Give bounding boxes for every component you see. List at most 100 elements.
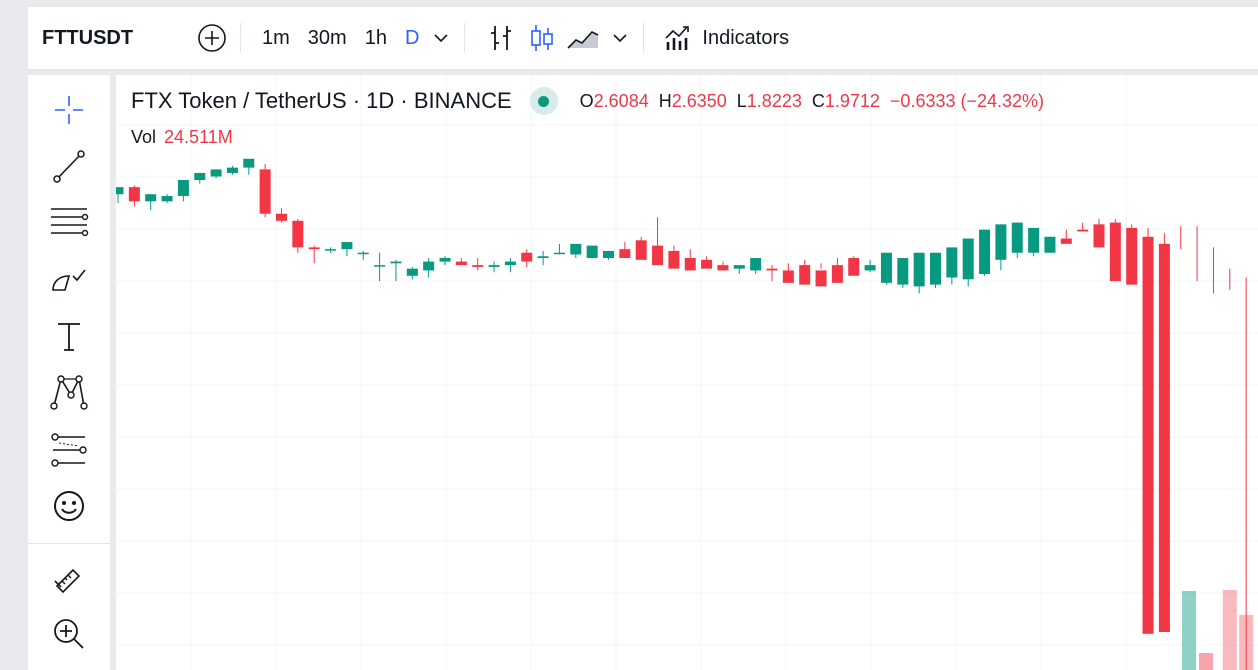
candle-body[interactable] <box>619 249 631 259</box>
candle-body[interactable] <box>913 252 925 287</box>
candle-body[interactable] <box>701 259 713 269</box>
candle-body[interactable] <box>226 167 238 173</box>
candle-body[interactable] <box>864 265 876 271</box>
candle-body[interactable] <box>1060 238 1072 244</box>
candle-body[interactable] <box>341 242 353 250</box>
candle-body[interactable] <box>390 261 402 264</box>
candle-body[interactable] <box>1142 236 1154 634</box>
candle-body[interactable] <box>750 258 762 271</box>
market-status-icon[interactable] <box>529 87 558 115</box>
divider <box>240 23 241 53</box>
forecast-icon[interactable] <box>48 429 90 471</box>
candle-body[interactable] <box>668 250 680 269</box>
pattern-icon[interactable] <box>48 371 90 413</box>
crosshair-icon[interactable] <box>48 89 90 131</box>
divider <box>28 543 110 544</box>
ruler-icon[interactable] <box>48 557 90 599</box>
open-value: 2.6084 <box>593 90 649 111</box>
candle-body[interactable] <box>521 252 533 262</box>
compare-symbol-icon[interactable] <box>196 22 228 54</box>
candle-body[interactable] <box>766 268 778 271</box>
candle-body[interactable] <box>325 249 337 251</box>
candle-body[interactable] <box>161 195 173 202</box>
candle-body[interactable] <box>1093 224 1105 248</box>
candle-body[interactable] <box>586 245 598 259</box>
candle-body[interactable] <box>930 252 941 285</box>
candle-body[interactable] <box>880 252 892 283</box>
candle-body[interactable] <box>652 245 664 266</box>
candle-body[interactable] <box>684 258 696 271</box>
indicators-button[interactable]: Indicators <box>702 27 789 50</box>
candle-body[interactable] <box>603 250 614 259</box>
candle-body[interactable] <box>946 247 958 278</box>
candle-body[interactable] <box>308 247 320 250</box>
candle-body[interactable] <box>374 265 386 267</box>
candle-body[interactable] <box>276 213 287 221</box>
interval-1h-button[interactable]: 1h <box>365 27 387 50</box>
trend-line-icon[interactable] <box>48 145 90 187</box>
candle-body[interactable] <box>177 180 189 196</box>
candle-body[interactable] <box>995 224 1007 260</box>
bar-chart-icon[interactable] <box>485 21 519 55</box>
symbol-search-button[interactable]: FTTUSDT <box>42 27 192 50</box>
candle-body[interactable] <box>472 265 484 267</box>
interval-30m-button[interactable]: 30m <box>308 27 347 50</box>
close-label: C <box>811 90 825 111</box>
chevron-down-icon[interactable] <box>609 27 631 49</box>
candle-body[interactable] <box>145 194 157 202</box>
candle-body[interactable] <box>831 265 843 283</box>
candle-body[interactable] <box>194 172 206 181</box>
interval-d-button[interactable]: D <box>405 27 419 50</box>
candle-body[interactable] <box>210 169 222 177</box>
divider <box>643 23 645 53</box>
candle-body[interactable] <box>635 240 647 260</box>
candle-body[interactable] <box>553 252 565 255</box>
candles-icon[interactable] <box>525 21 559 55</box>
candle-body[interactable] <box>439 258 451 262</box>
candle-body[interactable] <box>717 265 729 271</box>
emoji-icon[interactable] <box>48 485 90 527</box>
change-value: −0.6333 (−24.32%) <box>889 90 1045 111</box>
candle-body[interactable] <box>815 270 827 287</box>
candle-body[interactable] <box>406 268 418 276</box>
candle-body[interactable] <box>782 270 794 283</box>
zoom-in-icon[interactable] <box>48 613 90 655</box>
candle-body[interactable] <box>570 243 582 255</box>
candle-body[interactable] <box>848 258 860 276</box>
candle-body[interactable] <box>1044 236 1056 253</box>
candle-body[interactable] <box>128 187 140 202</box>
area-chart-icon[interactable] <box>565 21 601 55</box>
candlestick-chart[interactable] <box>116 75 1258 670</box>
candle-body[interactable] <box>1028 227 1040 253</box>
candle-body[interactable] <box>799 265 811 285</box>
brush-icon[interactable] <box>48 257 90 299</box>
candle-body[interactable] <box>962 238 974 280</box>
volume-value: 24.511M <box>164 127 233 147</box>
candle-body[interactable] <box>897 258 909 285</box>
candle-body[interactable] <box>259 169 271 214</box>
fib-retracement-icon[interactable] <box>48 201 90 243</box>
series-title[interactable]: FTX Token / TetherUS · 1D · BINANCE <box>131 88 512 114</box>
candle-body[interactable] <box>116 187 124 195</box>
candle-body[interactable] <box>292 220 304 248</box>
candle-body[interactable] <box>488 265 500 267</box>
candle-body[interactable] <box>423 261 435 271</box>
candle-body[interactable] <box>357 252 369 255</box>
candle-body[interactable] <box>1011 222 1023 253</box>
candle-body[interactable] <box>1158 243 1170 633</box>
candle-body[interactable] <box>537 256 549 259</box>
candle-body[interactable] <box>504 261 516 266</box>
chart-pane[interactable]: FTX Token / TetherUS · 1D · BINANCE O2.6… <box>116 75 1258 670</box>
candle-body[interactable] <box>455 261 467 266</box>
text-icon[interactable] <box>48 315 90 357</box>
candle-body[interactable] <box>1109 222 1121 282</box>
candle-body[interactable] <box>1077 229 1089 232</box>
candle-body[interactable] <box>243 158 255 168</box>
candle-body[interactable] <box>979 229 991 274</box>
top-toolbar: FTTUSDT 1m 30m 1h D Indicators <box>28 7 1258 70</box>
chevron-down-icon[interactable] <box>430 27 452 49</box>
indicators-icon[interactable] <box>662 22 694 54</box>
candle-body[interactable] <box>1126 227 1138 285</box>
interval-1m-button[interactable]: 1m <box>262 27 290 50</box>
candle-body[interactable] <box>733 265 745 269</box>
